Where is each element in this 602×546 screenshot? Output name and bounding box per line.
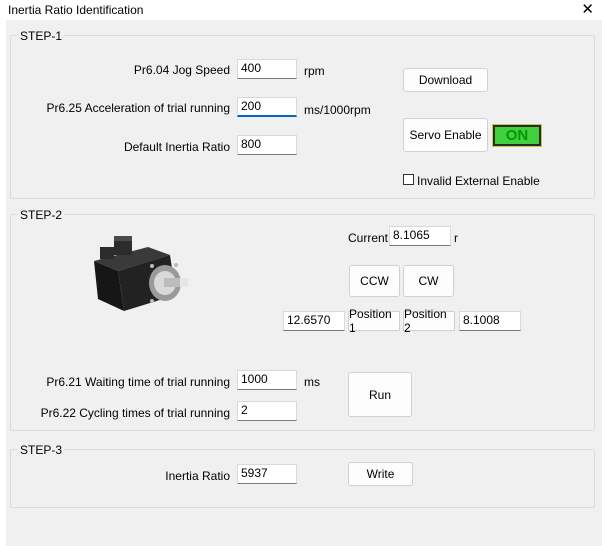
jog-speed-label: Pr6.04 Jog Speed bbox=[133, 63, 230, 77]
current-label: Current bbox=[348, 231, 389, 245]
step3-title: STEP-3 bbox=[18, 443, 65, 457]
servo-status-indicator: ON bbox=[492, 124, 542, 147]
jog-speed-field[interactable]: 400 bbox=[237, 59, 297, 79]
step1-title: STEP-1 bbox=[18, 29, 65, 43]
position2-button[interactable]: Position 2 bbox=[403, 307, 455, 335]
waiting-time-unit: ms bbox=[304, 375, 320, 389]
window-title: Inertia Ratio Identification bbox=[8, 3, 144, 17]
inertia-ratio-dialog: Inertia Ratio Identification ✕ STEP-1 Pr… bbox=[6, 0, 602, 546]
acceleration-unit: ms/1000rpm bbox=[304, 103, 371, 117]
current-field: 8.1065 bbox=[389, 226, 451, 246]
acceleration-label: Pr6.25 Acceleration of trial running bbox=[46, 101, 230, 115]
position1-field: 12.6570 bbox=[283, 311, 345, 331]
position2-field: 8.1008 bbox=[459, 311, 521, 331]
run-button[interactable]: Run bbox=[348, 372, 412, 417]
invalid-external-label: Invalid External Enable bbox=[417, 174, 540, 188]
write-button[interactable]: Write bbox=[348, 462, 413, 486]
current-unit: r bbox=[454, 231, 458, 245]
download-button[interactable]: Download bbox=[403, 68, 488, 92]
jog-speed-unit: rpm bbox=[304, 64, 325, 78]
waiting-time-field[interactable]: 1000 bbox=[237, 370, 297, 390]
close-icon[interactable]: ✕ bbox=[581, 0, 594, 18]
servo-motor-image bbox=[94, 236, 188, 311]
waiting-time-label: Pr6.21 Waiting time of trial running bbox=[46, 375, 230, 389]
ccw-button[interactable]: CCW bbox=[349, 265, 400, 297]
step2-title: STEP-2 bbox=[18, 208, 65, 222]
inertia-ratio-field: 5937 bbox=[237, 464, 297, 484]
step3-group: STEP-3 bbox=[10, 443, 595, 508]
title-bar: Inertia Ratio Identification ✕ bbox=[6, 0, 602, 20]
inertia-ratio-label: Inertia Ratio bbox=[165, 469, 230, 483]
cycling-times-field[interactable]: 2 bbox=[237, 401, 297, 421]
position1-button[interactable]: Position 1 bbox=[348, 307, 400, 335]
acceleration-field[interactable]: 200 bbox=[237, 97, 297, 117]
invalid-external-checkbox[interactable] bbox=[403, 174, 414, 185]
default-inertia-field[interactable]: 800 bbox=[237, 135, 297, 155]
cw-button[interactable]: CW bbox=[403, 265, 454, 297]
default-inertia-label: Default Inertia Ratio bbox=[123, 140, 230, 154]
servo-enable-button[interactable]: Servo Enable bbox=[403, 118, 488, 152]
cycling-times-label: Pr6.22 Cycling times of trial running bbox=[40, 406, 230, 420]
